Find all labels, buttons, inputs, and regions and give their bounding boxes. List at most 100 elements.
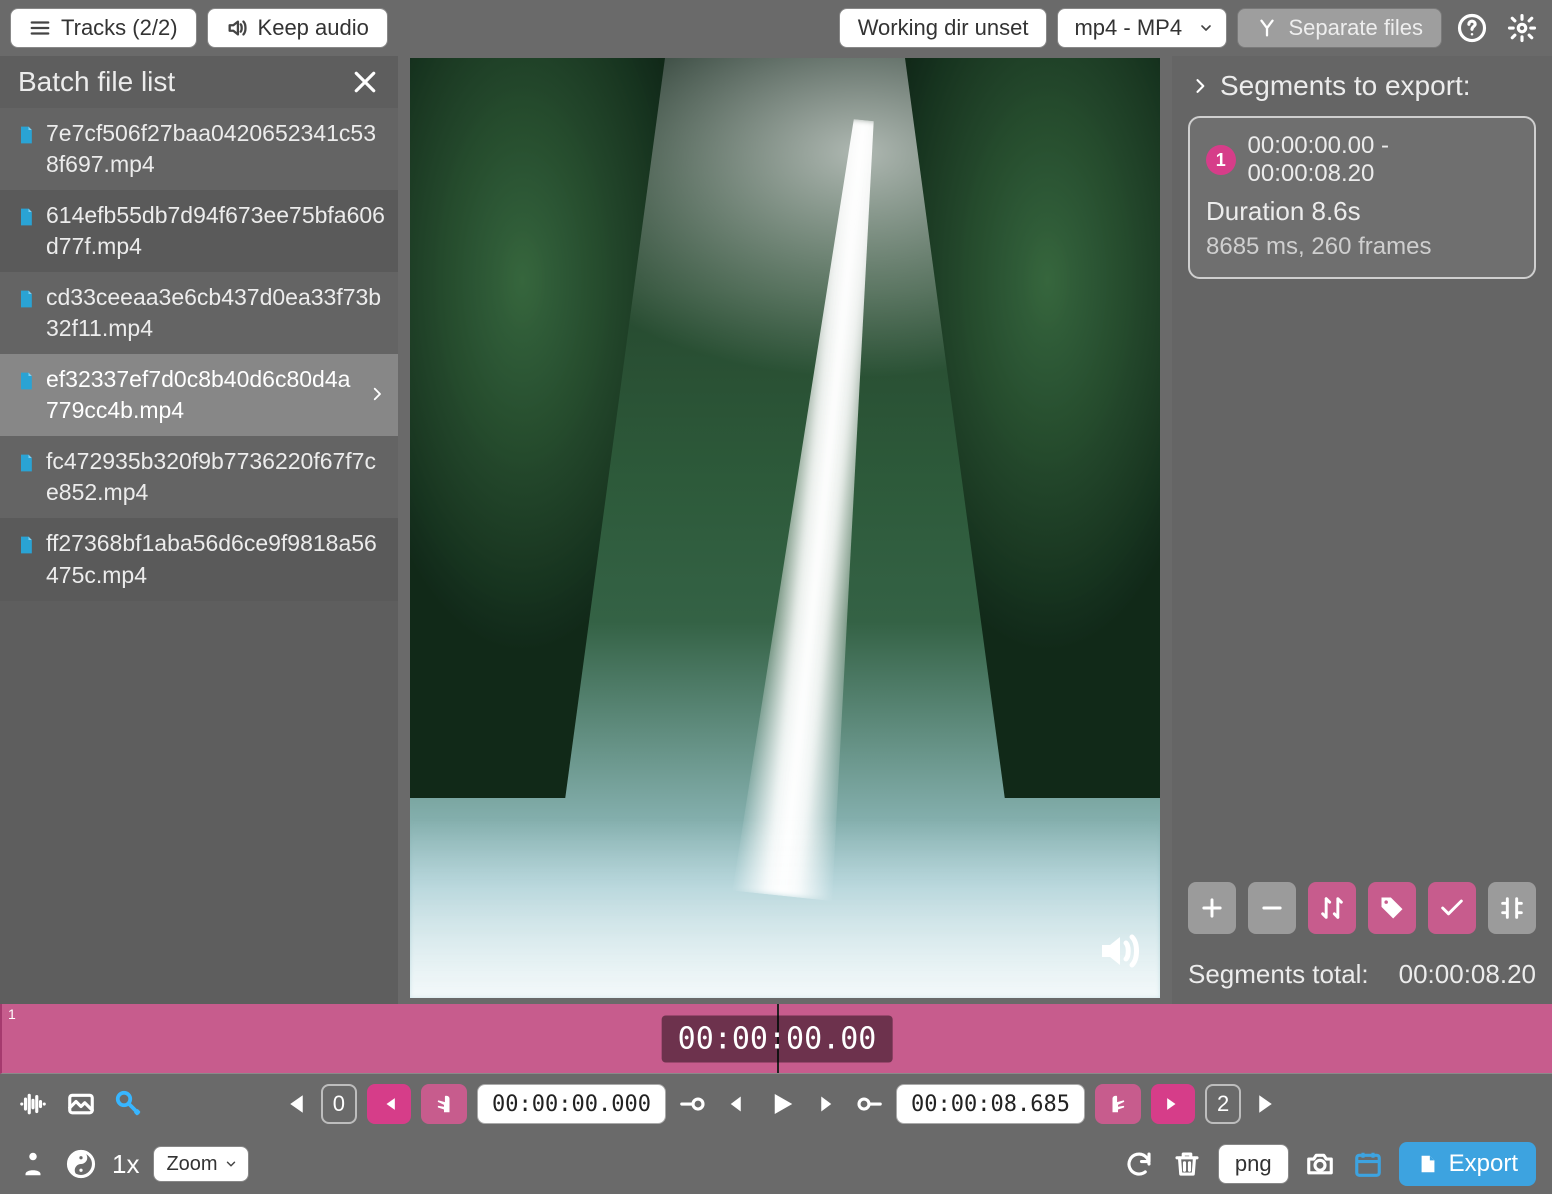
step-forward-button[interactable] bbox=[808, 1087, 842, 1121]
playback-speed-label[interactable]: 1x bbox=[112, 1149, 139, 1180]
file-row[interactable]: ef32337ef7d0c8b40d6c80d4a779cc4b.mp4 bbox=[0, 354, 398, 436]
step-back-button[interactable] bbox=[720, 1087, 754, 1121]
speaker-icon bbox=[226, 17, 248, 39]
export-button[interactable]: Export bbox=[1399, 1142, 1536, 1186]
file-row[interactable]: 7e7cf506f27baa0420652341c538f697.mp4 bbox=[0, 108, 398, 190]
file-row[interactable]: fc472935b320f9b7736220f67f7ce852.mp4 bbox=[0, 436, 398, 518]
capture-frame-button[interactable] bbox=[1303, 1147, 1337, 1181]
go-start-button[interactable] bbox=[277, 1087, 311, 1121]
prev-keyframe-button[interactable] bbox=[676, 1087, 710, 1121]
working-dir-label: Working dir unset bbox=[858, 15, 1029, 41]
capture-format-value: png bbox=[1235, 1151, 1272, 1177]
end-time-input[interactable]: 00:00:08.685 bbox=[896, 1084, 1085, 1124]
transport-bar: 0 00:00:00.000 00:00:08.685 2 bbox=[0, 1074, 1552, 1134]
tracks-button[interactable]: Tracks (2/2) bbox=[10, 8, 197, 48]
remove-segment-button[interactable] bbox=[1248, 882, 1296, 934]
segment-detail: 8685 ms, 260 frames bbox=[1206, 233, 1518, 261]
play-button[interactable] bbox=[764, 1087, 798, 1121]
sort-icon bbox=[1318, 894, 1346, 922]
thumbnails-button[interactable] bbox=[64, 1087, 98, 1121]
cut-end-marker[interactable]: 2 bbox=[1205, 1084, 1241, 1124]
segment-card[interactable]: 1 00:00:00.00 - 00:00:08.20 Duration 8.6… bbox=[1188, 116, 1536, 279]
split-segment-button[interactable] bbox=[1488, 882, 1536, 934]
cut-start-marker[interactable]: 0 bbox=[321, 1084, 357, 1124]
chevron-right-icon bbox=[368, 380, 386, 411]
segments-header[interactable]: Segments to export: bbox=[1190, 70, 1536, 102]
volume-button[interactable] bbox=[1094, 927, 1142, 980]
file-icon bbox=[16, 369, 36, 401]
batch-file-list-title: Batch file list bbox=[18, 66, 175, 98]
next-segment-button[interactable] bbox=[1151, 1084, 1195, 1124]
calendar-icon bbox=[1353, 1149, 1383, 1179]
file-name: 7e7cf506f27baa0420652341c538f697.mp4 bbox=[46, 118, 386, 180]
file-name: 614efb55db7d94f673ee75bfa606d77f.mp4 bbox=[46, 200, 386, 262]
segments-total-value: 00:00:08.20 bbox=[1399, 959, 1536, 990]
cut-mode-button[interactable] bbox=[16, 1147, 50, 1181]
add-segment-button[interactable] bbox=[1188, 882, 1236, 934]
next-segment-icon bbox=[1163, 1094, 1183, 1114]
hamburger-icon bbox=[29, 17, 51, 39]
hand-right-icon bbox=[1107, 1093, 1129, 1115]
file-name: fc472935b320f9b7736220f67f7ce852.mp4 bbox=[46, 446, 386, 508]
rotate-button[interactable] bbox=[1122, 1147, 1156, 1181]
zoom-select[interactable]: Zoom bbox=[153, 1146, 248, 1182]
skip-start-icon bbox=[279, 1089, 309, 1119]
file-name: ef32337ef7d0c8b40d6c80d4a779cc4b.mp4 bbox=[46, 364, 358, 426]
separate-files-button[interactable]: Separate files bbox=[1237, 8, 1442, 48]
batch-file-list-panel: Batch file list 7e7cf506f27baa0420652341… bbox=[0, 56, 398, 1004]
trash-icon bbox=[1172, 1149, 1202, 1179]
tag-segment-button[interactable] bbox=[1368, 882, 1416, 934]
batch-file-list-header: Batch file list bbox=[0, 56, 398, 108]
key-next-icon bbox=[854, 1089, 884, 1119]
toggle-segment-button[interactable] bbox=[1428, 882, 1476, 934]
rotate-icon bbox=[1124, 1149, 1154, 1179]
go-end-button[interactable] bbox=[1251, 1087, 1285, 1121]
volume-icon bbox=[1094, 927, 1142, 975]
keep-audio-label: Keep audio bbox=[258, 15, 369, 41]
segment-duration: Duration 8.6s bbox=[1206, 196, 1518, 227]
keyframes-button[interactable] bbox=[112, 1087, 146, 1121]
skip-end-icon bbox=[1253, 1089, 1283, 1119]
file-row[interactable]: cd33ceeaa3e6cb437d0ea33f73b32f11.mp4 bbox=[0, 272, 398, 354]
prev-segment-icon bbox=[379, 1094, 399, 1114]
file-icon bbox=[16, 205, 36, 237]
waveform-icon bbox=[18, 1089, 48, 1119]
chevron-down-icon bbox=[224, 1157, 238, 1171]
help-icon bbox=[1457, 13, 1487, 43]
file-icon bbox=[16, 451, 36, 483]
working-dir-button[interactable]: Working dir unset bbox=[839, 8, 1048, 48]
file-row[interactable]: ff27368bf1aba56d6ce9f9818a56475c.mp4 bbox=[0, 518, 398, 600]
close-file-list-button[interactable] bbox=[350, 67, 380, 97]
video-preview-area[interactable] bbox=[398, 56, 1172, 1004]
help-button[interactable] bbox=[1452, 8, 1492, 48]
file-name: ff27368bf1aba56d6ce9f9818a56475c.mp4 bbox=[46, 528, 386, 590]
prev-segment-button[interactable] bbox=[367, 1084, 411, 1124]
sort-segments-button[interactable] bbox=[1308, 882, 1356, 934]
cut-person-icon bbox=[18, 1149, 48, 1179]
key-icon bbox=[114, 1089, 144, 1119]
set-cut-start-button[interactable] bbox=[421, 1084, 467, 1124]
delete-button[interactable] bbox=[1170, 1147, 1204, 1181]
schedule-button[interactable] bbox=[1351, 1147, 1385, 1181]
export-icon bbox=[1417, 1153, 1439, 1175]
image-icon bbox=[66, 1089, 96, 1119]
segments-total-label: Segments total: bbox=[1188, 959, 1369, 990]
next-keyframe-button[interactable] bbox=[852, 1087, 886, 1121]
play-icon bbox=[766, 1089, 796, 1119]
key-prev-icon bbox=[678, 1089, 708, 1119]
file-row[interactable]: 614efb55db7d94f673ee75bfa606d77f.mp4 bbox=[0, 190, 398, 272]
video-preview-frame bbox=[410, 58, 1160, 998]
segments-total-row: Segments total: 00:00:08.20 bbox=[1188, 959, 1536, 990]
capture-format-select[interactable]: png bbox=[1218, 1144, 1289, 1184]
yin-yang-button[interactable] bbox=[64, 1147, 98, 1181]
waveform-button[interactable] bbox=[16, 1087, 50, 1121]
set-cut-end-button[interactable] bbox=[1095, 1084, 1141, 1124]
segment-range: 00:00:00.00 - 00:00:08.20 bbox=[1248, 132, 1518, 188]
gear-icon bbox=[1507, 13, 1537, 43]
settings-button[interactable] bbox=[1502, 8, 1542, 48]
current-time-input[interactable]: 00:00:00.000 bbox=[477, 1084, 666, 1124]
keep-audio-button[interactable]: Keep audio bbox=[207, 8, 388, 48]
chevron-right-icon bbox=[1190, 76, 1210, 96]
timeline[interactable]: 1 00:00:00.00 bbox=[0, 1004, 1552, 1074]
output-format-select[interactable]: mp4 - MP4 bbox=[1057, 8, 1227, 48]
